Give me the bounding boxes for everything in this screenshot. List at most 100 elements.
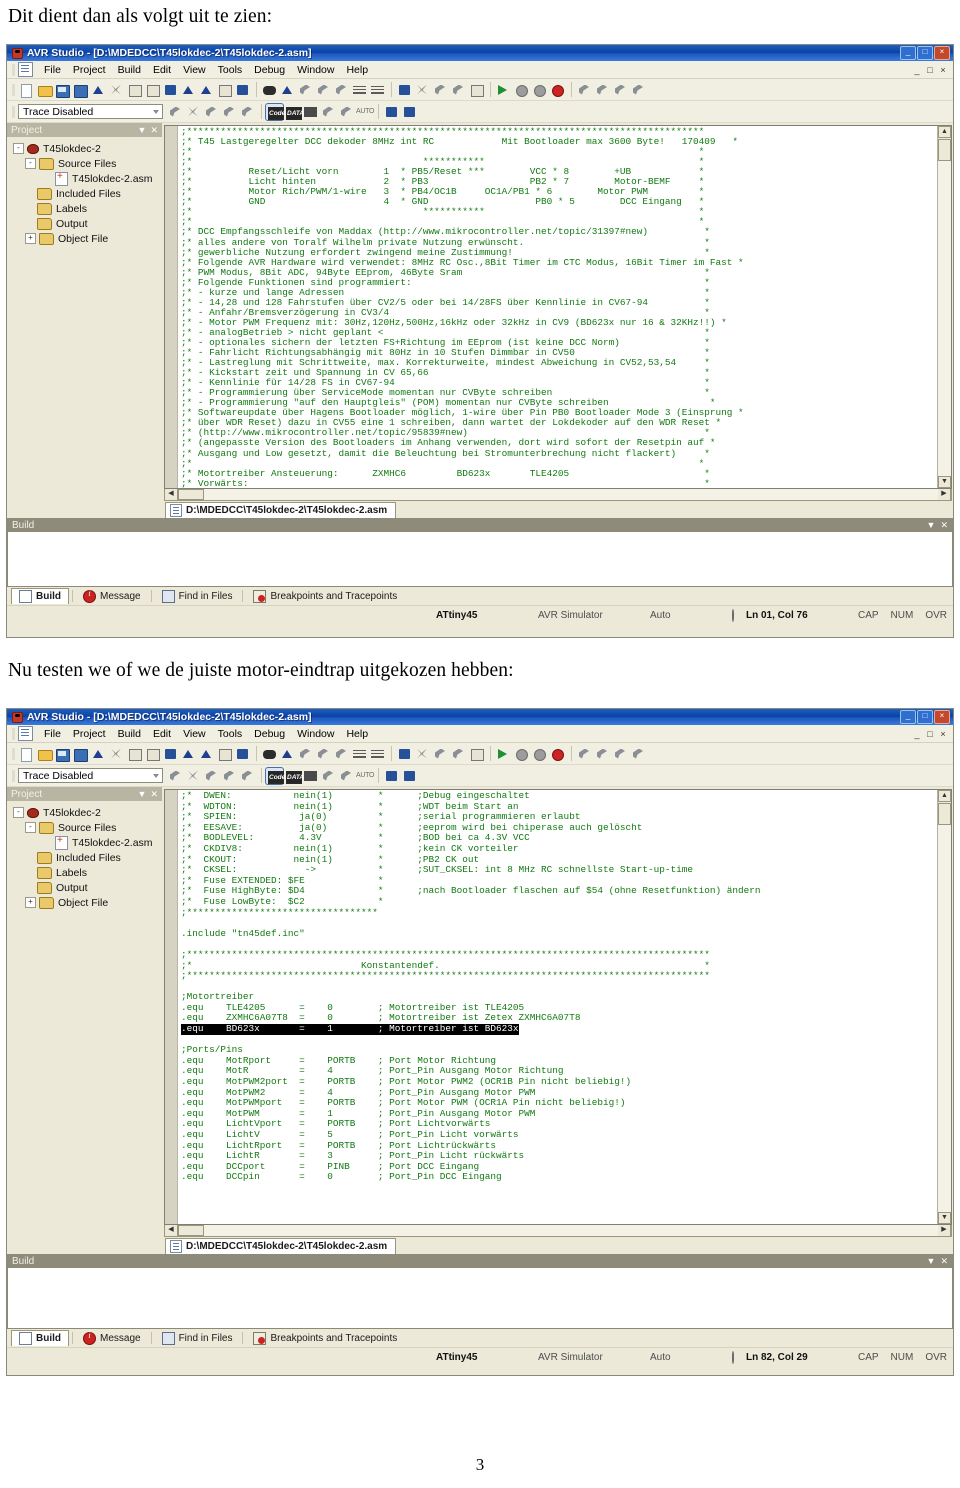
step-into-icon[interactable] — [576, 746, 593, 762]
panel-close-icon[interactable]: ✕ — [150, 789, 158, 800]
tree-item-included-files[interactable]: Included Files — [11, 850, 162, 865]
menu-window[interactable]: Window — [291, 727, 340, 741]
branch-out-icon[interactable] — [338, 768, 355, 784]
scroll-up-icon[interactable]: ▲ — [938, 126, 951, 138]
auto-icon[interactable]: AUTO — [356, 768, 374, 784]
trace-clear-icon[interactable] — [185, 768, 202, 784]
panel-dropdown-icon[interactable]: ▼ — [138, 125, 147, 136]
stop-icon[interactable] — [531, 82, 548, 98]
next-bookmark-icon[interactable] — [297, 746, 314, 762]
panel-dropdown-icon[interactable]: ▼ — [138, 789, 147, 800]
build-tab-breakpoints[interactable]: Breakpoints and Tracepoints — [246, 1331, 404, 1346]
mdi-restore-button[interactable]: □ — [924, 65, 936, 75]
horizontal-scroll-track[interactable] — [204, 489, 938, 500]
tree-item-t45lokdec-2-asm[interactable]: T45lokdec-2.asm — [11, 171, 162, 186]
branch-out-icon[interactable] — [338, 104, 355, 120]
menu-debug[interactable]: Debug — [248, 727, 291, 741]
build-panel-dropdown-icon[interactable]: ▼ — [927, 1256, 936, 1267]
trace-toolbar-grip[interactable] — [12, 105, 15, 118]
menu-window[interactable]: Window — [291, 63, 340, 77]
code-area-2[interactable]: ;* DWEN: nein(1) * ;Debug eingeschaltet … — [178, 790, 937, 1224]
outdent-icon[interactable] — [369, 746, 386, 762]
tree-item-source-files[interactable]: - Source Files — [11, 820, 162, 835]
open-folder-icon[interactable] — [36, 82, 53, 98]
build-tab-message[interactable]: Message — [76, 1331, 148, 1346]
menu-edit[interactable]: Edit — [147, 63, 177, 77]
find-icon[interactable] — [261, 82, 278, 98]
bookmark-icon[interactable] — [279, 82, 296, 98]
scroll-right-icon[interactable]: ▶ — [938, 489, 951, 500]
tree-item-t45lokdec-2[interactable]: - T45lokdec-2 — [11, 141, 162, 156]
menu-edit[interactable]: Edit — [147, 727, 177, 741]
trace-up-icon[interactable] — [203, 104, 220, 120]
vertical-scroll-thumb[interactable] — [938, 803, 951, 825]
memory-view-icon[interactable] — [302, 768, 319, 784]
scroll-up-icon[interactable]: ▲ — [938, 790, 951, 802]
mdi-minimize-button[interactable]: _ — [911, 65, 923, 75]
step-out-icon[interactable] — [612, 746, 629, 762]
save-all-icon[interactable] — [72, 82, 89, 98]
trace-toggle-icon[interactable] — [468, 746, 485, 762]
menu-grip[interactable] — [12, 63, 15, 76]
find-icon[interactable] — [261, 746, 278, 762]
tree-item-output[interactable]: Output — [11, 216, 162, 231]
editor-vertical-scrollbar[interactable]: ▲ ▼ — [937, 126, 951, 489]
build-tab-find-in-files[interactable]: Find in Files — [155, 1331, 240, 1346]
disassembler-icon[interactable] — [450, 746, 467, 762]
data-view-icon[interactable]: DATA — [284, 104, 304, 120]
undo-icon[interactable] — [180, 82, 197, 98]
open-folder-icon[interactable] — [36, 746, 53, 762]
tree-toggle[interactable]: - — [13, 143, 24, 154]
horizontal-scroll-track[interactable] — [204, 1225, 938, 1236]
tree-item-source-files[interactable]: - Source Files — [11, 156, 162, 171]
vertical-scroll-track[interactable] — [938, 825, 951, 1212]
trace-top-icon[interactable] — [239, 768, 256, 784]
toolbar-grip[interactable] — [12, 747, 15, 760]
step-out-icon[interactable] — [612, 82, 629, 98]
data-view-icon[interactable]: DATA — [284, 768, 304, 784]
indent-icon[interactable] — [351, 82, 368, 98]
save-all-icon[interactable] — [72, 746, 89, 762]
tree-item-t45lokdec-2-asm[interactable]: T45lokdec-2.asm — [11, 835, 162, 850]
bookmark-icon[interactable] — [279, 746, 296, 762]
indent-icon[interactable] — [351, 746, 368, 762]
editor-horizontal-scrollbar[interactable]: ◀ ▶ — [164, 489, 952, 501]
prev-bookmark-icon[interactable] — [315, 746, 332, 762]
horizontal-scroll-thumb[interactable] — [178, 489, 204, 500]
build-icon[interactable] — [216, 82, 233, 98]
trace-mode-combo[interactable]: Trace Disabled — [18, 768, 163, 783]
menu-debug[interactable]: Debug — [248, 63, 291, 77]
stop-icon[interactable] — [531, 746, 548, 762]
break-icon[interactable] — [513, 746, 530, 762]
redo-icon[interactable] — [198, 746, 215, 762]
document-tab[interactable]: D:\MDEDCC\T45lokdec-2\T45lokdec-2.asm — [165, 502, 397, 518]
trace-down-icon[interactable] — [221, 104, 238, 120]
document-tab[interactable]: D:\MDEDCC\T45lokdec-2\T45lokdec-2.asm — [165, 1238, 397, 1254]
build-run-icon[interactable] — [234, 746, 251, 762]
tree-item-labels[interactable]: Labels — [11, 201, 162, 216]
build-panel-dropdown-icon[interactable]: ▼ — [927, 520, 936, 531]
tree-item-object-file[interactable]: + Object File — [11, 231, 162, 246]
menu-grip[interactable] — [12, 727, 15, 740]
new-file-icon[interactable] — [18, 82, 35, 98]
tree-item-included-files[interactable]: Included Files — [11, 186, 162, 201]
menu-build[interactable]: Build — [112, 727, 147, 741]
autostep-icon[interactable] — [432, 746, 449, 762]
print-icon[interactable] — [162, 746, 179, 762]
build-panel-close-icon[interactable]: ✕ — [940, 520, 948, 531]
trace-up-icon[interactable] — [203, 768, 220, 784]
undo-history-icon[interactable] — [90, 746, 107, 762]
build-tab-build[interactable]: Build — [11, 1330, 69, 1346]
menu-tools[interactable]: Tools — [212, 63, 249, 77]
trace-probe-icon[interactable] — [167, 104, 184, 120]
scroll-left-icon[interactable]: ◀ — [165, 1225, 178, 1236]
scroll-down-icon[interactable]: ▼ — [938, 1212, 951, 1224]
clear-bookmarks-icon[interactable] — [333, 746, 350, 762]
tree-item-labels[interactable]: Labels — [11, 865, 162, 880]
copy-icon[interactable] — [126, 746, 143, 762]
tree-item-object-file[interactable]: + Object File — [11, 895, 162, 910]
print-icon[interactable] — [162, 82, 179, 98]
cut-icon[interactable] — [108, 746, 125, 762]
run-icon[interactable] — [495, 82, 512, 98]
save-icon[interactable] — [54, 746, 71, 762]
